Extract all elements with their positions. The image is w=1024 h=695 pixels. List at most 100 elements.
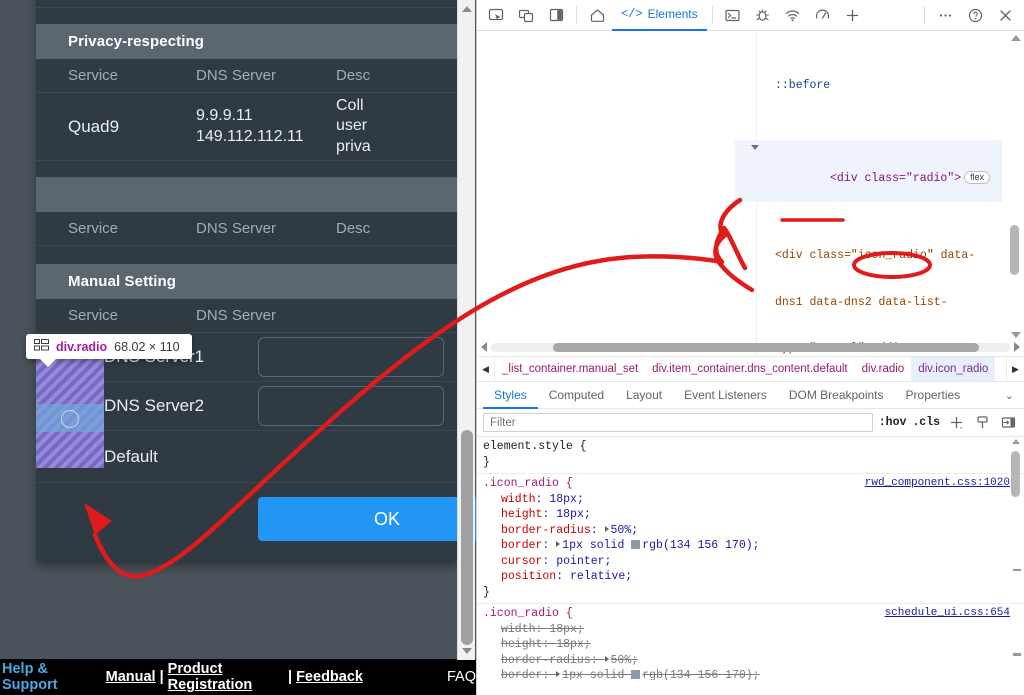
more-icon[interactable] (930, 2, 960, 28)
scroll-down-arrow-icon[interactable] (462, 648, 472, 654)
scroll-up-arrow-icon[interactable] (1012, 439, 1020, 444)
footer-product-registration-link[interactable]: Product Registration (168, 661, 284, 693)
breadcrumb-item-0[interactable]: _list_container.manual_set (495, 357, 645, 381)
tab-event-listeners[interactable]: Event Listeners (673, 382, 778, 409)
css-property[interactable]: cursor: pointer; (483, 554, 1018, 570)
tab-styles[interactable]: Styles (483, 382, 538, 409)
prop-value[interactable]: 18px (556, 508, 584, 521)
breadcrumb-scroll-left-icon[interactable]: ◀ (477, 357, 495, 381)
breadcrumb-scroll-right-icon[interactable]: ▶ (1006, 357, 1024, 381)
close-icon[interactable] (990, 2, 1020, 28)
page-scrollbar-thumb[interactable] (461, 430, 473, 645)
default-radio-icon[interactable] (61, 447, 79, 466)
page-scrollbar[interactable] (457, 0, 475, 660)
footer-faq[interactable]: FAQ (447, 669, 476, 685)
network-icon[interactable] (778, 2, 808, 28)
color-swatch[interactable] (631, 670, 641, 679)
tab-properties[interactable]: Properties (895, 382, 972, 409)
prop-value[interactable]: relative (570, 570, 625, 583)
expand-triangle-icon[interactable] (604, 525, 609, 532)
dom-tree-horizontal-scrollbar[interactable] (481, 340, 1020, 354)
hscroll-thumb[interactable] (553, 342, 979, 352)
manual-row-default[interactable]: Default (36, 431, 458, 483)
prop-value[interactable]: 50% (611, 524, 632, 537)
prop-value[interactable]: 18px (549, 493, 577, 506)
tab-elements[interactable]: </> Elements (612, 0, 707, 31)
rule-source-link[interactable]: schedule_ui.css:654 (885, 606, 1010, 622)
styles-filter-input[interactable] (483, 413, 873, 432)
new-style-rule-icon[interactable] (946, 413, 966, 433)
dom-tree[interactable]: ::before <div class="radio"> flex <div cl… (477, 31, 1024, 357)
prop-value[interactable]: 50% (611, 654, 632, 667)
plus-icon[interactable] (838, 2, 868, 28)
scroll-down-arrow-icon[interactable] (1011, 332, 1021, 338)
css-property[interactable]: border-radius: 50%; (483, 653, 1018, 669)
footer-help-support[interactable]: Help & Support (2, 661, 88, 693)
help-icon[interactable] (960, 2, 990, 28)
dns-server1-input[interactable] (258, 337, 444, 377)
color-swatch[interactable] (631, 540, 641, 549)
footer-manual-link[interactable]: Manual (106, 669, 156, 685)
tab-dom-breakpoints[interactable]: DOM Breakpoints (778, 382, 895, 409)
rule-source-link[interactable]: rwd_component.css:1020 (865, 476, 1010, 492)
tab-computed[interactable]: Computed (538, 382, 615, 409)
device-toolbar-icon[interactable] (511, 2, 541, 28)
css-property[interactable]: width: 18px; (483, 492, 1018, 508)
scroll-left-arrow-icon[interactable] (481, 342, 487, 352)
css-property[interactable]: border: 1px solid rgb(134 156 170); (483, 538, 1018, 554)
dom-line[interactable]: <div class="radio"> flex (735, 139, 1002, 202)
prop-value[interactable]: pointer (556, 555, 604, 568)
styles-scroll-thumb[interactable] (1011, 451, 1020, 497)
home-icon[interactable] (582, 2, 612, 28)
debugger-icon[interactable] (748, 2, 778, 28)
rule-selector[interactable]: .icon_radio { (483, 607, 573, 620)
style-rule-1[interactable]: .icon_radio { schedule_ui.css:654 width:… (477, 604, 1024, 680)
styles-pane-scrollbar[interactable] (1010, 439, 1022, 678)
prop-value[interactable]: 18px (549, 623, 577, 636)
computed-sidebar-icon[interactable] (998, 413, 1018, 433)
dom-line[interactable]: ::before (735, 78, 1002, 94)
dns-server2-input[interactable] (258, 386, 444, 426)
footer-feedback-link[interactable]: Feedback (296, 669, 363, 685)
element-style-rule[interactable]: element.style { } (477, 437, 1024, 474)
dom-tree-vertical-scrollbar[interactable] (1008, 35, 1022, 338)
hscroll-track[interactable] (491, 342, 1010, 352)
cls-toggle[interactable]: .cls (912, 416, 940, 429)
dom-line[interactable]: dns1 data-dns2 data-list- (735, 295, 1002, 311)
css-property[interactable]: width: 18px; (483, 622, 1018, 638)
css-property[interactable]: border-radius: 50%; (483, 523, 1018, 539)
dom-tree-scroll-thumb[interactable] (1010, 225, 1019, 275)
breadcrumb-item-3[interactable]: div.icon_radio (911, 357, 996, 381)
css-property[interactable]: height: 18px; (483, 637, 1018, 653)
rule-selector[interactable]: .icon_radio { (483, 477, 573, 490)
scroll-right-arrow-icon[interactable] (1014, 342, 1020, 352)
description-link[interactable]: mor (336, 0, 366, 2)
breadcrumb-item-1[interactable]: div.item_container.dns_content.default (645, 357, 854, 381)
breadcrumb-item-2[interactable]: div.radio (855, 357, 912, 381)
chevron-down-icon[interactable]: ⌄ (995, 389, 1024, 402)
performance-icon[interactable] (808, 2, 838, 28)
hov-toggle[interactable]: :hov (879, 416, 907, 429)
prop-value[interactable]: 1px solid rgb(134 156 170) (562, 539, 752, 552)
ok-button[interactable]: OK (258, 497, 476, 541)
console-icon[interactable] (718, 2, 748, 28)
scroll-up-arrow-icon[interactable] (462, 6, 472, 12)
expand-triangle-icon[interactable] (556, 671, 561, 677)
expand-triangle-icon[interactable] (604, 655, 609, 662)
css-property[interactable]: height: 18px; (483, 507, 1018, 523)
dom-line[interactable]: <div class="icon_radio" data- (735, 248, 1002, 264)
radio-col-default[interactable] (36, 447, 104, 466)
toggle-element-state-icon[interactable] (972, 413, 992, 433)
css-property[interactable]: border: 1px solid rgb(134 156 170); (483, 668, 1018, 680)
prop-value[interactable]: 18px (556, 638, 584, 651)
styles-pane[interactable]: element.style { } .icon_radio { rwd_comp… (477, 437, 1024, 680)
flex-badge[interactable]: flex (964, 170, 991, 184)
scroll-up-arrow-icon[interactable] (1011, 35, 1021, 41)
css-property[interactable]: position: relative; (483, 569, 1018, 585)
style-rule-0[interactable]: .icon_radio { rwd_component.css:1020 wid… (477, 474, 1024, 604)
inspect-icon[interactable] (481, 2, 511, 28)
expand-caret-icon[interactable] (751, 144, 759, 150)
prop-value[interactable]: 1px solid rgb(134 156 170) (562, 669, 752, 680)
dock-side-icon[interactable] (541, 2, 571, 28)
tab-layout[interactable]: Layout (615, 382, 673, 409)
